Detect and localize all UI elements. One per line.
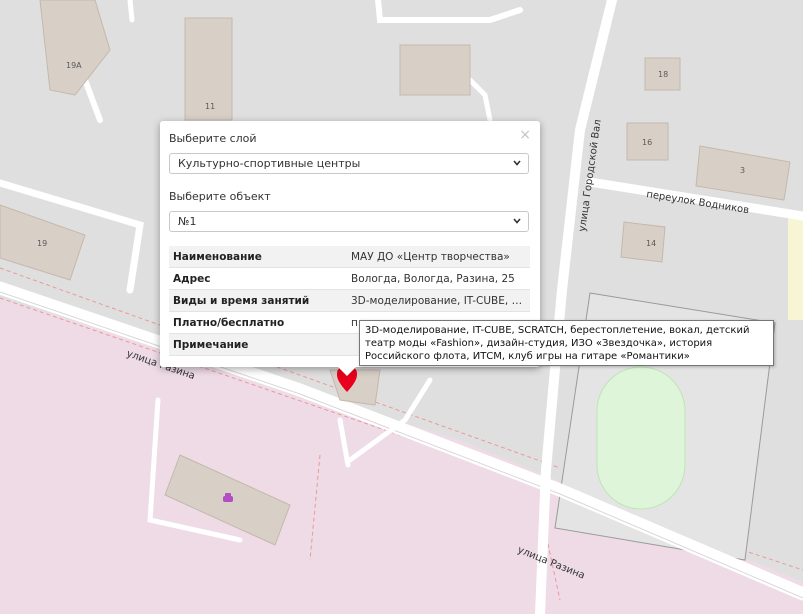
building-label-18: 18	[658, 70, 668, 79]
building-19a	[39, 0, 111, 96]
row-value: Вологда, Вологда, Разина, 25	[347, 267, 530, 290]
close-icon[interactable]: ×	[519, 127, 531, 143]
building-label-19a: 19А	[66, 61, 82, 70]
layer-select-value: Культурно-спортивные центры	[178, 157, 361, 170]
street-label-vodnikov: переулок Водников	[646, 189, 750, 216]
table-row: Адрес Вологда, Вологда, Разина, 25	[169, 267, 530, 290]
layer-select[interactable]: Культурно-спортивные центры	[169, 153, 529, 174]
building-14	[620, 221, 666, 263]
row-key: Платно/бесплатно	[169, 311, 347, 334]
table-row: Наименование МАУ ДО «Центр творчества»	[169, 246, 530, 268]
building-label-16: 16	[642, 138, 652, 147]
row-key: Примечание	[169, 333, 347, 356]
building-label-14: 14	[646, 239, 656, 248]
object-select[interactable]: №1	[169, 211, 529, 232]
building-label-3: 3	[740, 166, 745, 175]
row-key: Виды и время занятий	[169, 289, 347, 312]
chevron-down-icon	[513, 218, 521, 224]
object-caption: Выберите объект	[169, 190, 271, 203]
layer-caption: Выберите слой	[169, 132, 257, 145]
row-value[interactable]: 3D-моделирование, IT-CUBE, SC...	[347, 289, 530, 312]
object-select-value: №1	[178, 215, 197, 228]
chevron-down-icon	[513, 160, 521, 166]
row-value: МАУ ДО «Центр творчества»	[347, 246, 530, 268]
tooltip: 3D-моделирование, IT-CUBE, SCRATCH, бере…	[359, 320, 774, 366]
building-label-11: 11	[205, 102, 215, 111]
table-row[interactable]: Виды и время занятий 3D-моделирование, IT…	[169, 289, 530, 312]
row-key: Адрес	[169, 267, 347, 290]
stadium-field	[596, 366, 686, 510]
popup-arrow	[337, 366, 357, 376]
building-label-19: 19	[37, 239, 47, 248]
row-key: Наименование	[169, 246, 347, 268]
